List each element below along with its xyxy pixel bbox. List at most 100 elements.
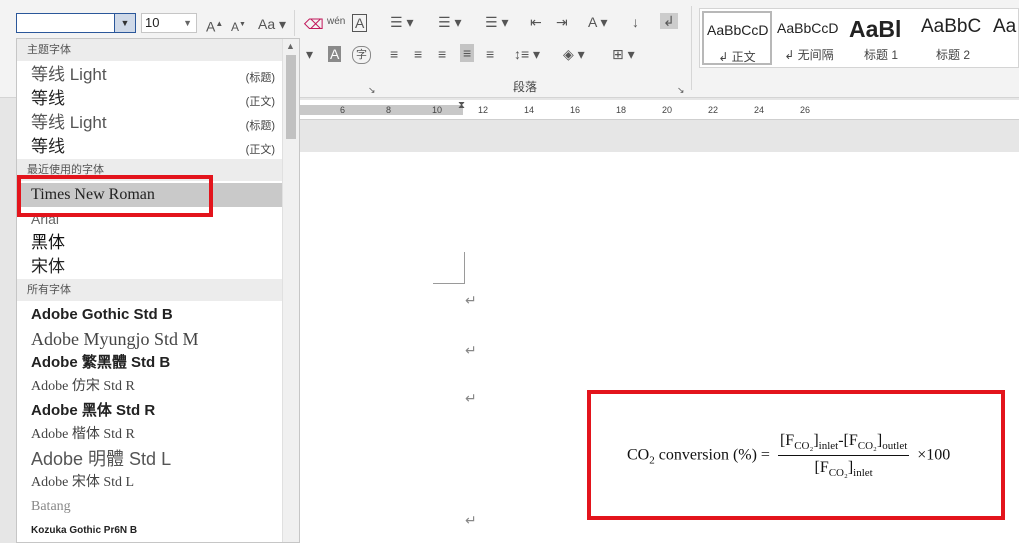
- shrink-font-icon[interactable]: A▼: [231, 17, 246, 35]
- font-name: Adobe 明體 Std L: [31, 449, 172, 469]
- grow-font-icon[interactable]: A▲: [206, 16, 223, 35]
- font-usage-tag: (标题): [245, 120, 275, 132]
- style-preview: AaBbCcD: [777, 20, 839, 36]
- dialog-launcher-icon[interactable]: ↘: [677, 82, 685, 98]
- style-preview: AaBl: [849, 16, 902, 42]
- ruler-tick-label: 6: [340, 105, 346, 115]
- style-preview: AaBbC: [921, 16, 982, 37]
- font-list-item[interactable]: Kozuka Gothic Pr6N B: [31, 519, 283, 542]
- equation-numerator: [FCO₂]inlet-[FCO₂]outlet: [777, 432, 910, 457]
- style-label: ↲ 无间隔: [784, 48, 834, 62]
- numbering-icon[interactable]: ☰ ▾: [438, 14, 461, 30]
- font-list-item[interactable]: Adobe Gothic Std B: [31, 303, 283, 327]
- ruler-tick-label: 14: [524, 105, 535, 115]
- style-label: 标题 2: [935, 48, 970, 62]
- show-marks-icon[interactable]: ↲: [660, 13, 678, 29]
- font-dropdown-list[interactable]: 主题字体 等线 Light (标题) 等线 (正文) 等线 Light (标题) 等线 (正文)…: [16, 38, 300, 543]
- font-list-item[interactable]: Batang: [31, 495, 283, 519]
- ruler-tick-label: 10: [432, 105, 443, 115]
- shading-icon[interactable]: ◈ ▾: [563, 46, 585, 62]
- font-usage-tag: (正文): [245, 96, 275, 108]
- font-list-item[interactable]: Adobe Myungjo Std M: [31, 327, 283, 351]
- font-list-item[interactable]: Adobe 黑体 Std R: [31, 399, 283, 423]
- chevron-down-icon[interactable]: ▼: [183, 14, 192, 32]
- font-size-value: 10: [145, 15, 160, 30]
- align-center-icon[interactable]: ≡: [414, 46, 422, 62]
- ruler-tick-label: 22: [708, 105, 719, 115]
- character-shading-icon[interactable]: A: [328, 46, 342, 62]
- scrollbar[interactable]: ▲: [282, 39, 299, 542]
- style-tile[interactable]: AaBbCcD ↲ 正文: [702, 11, 772, 65]
- font-name: Kozuka Gothic Pr6N B: [31, 525, 138, 536]
- style-preview: Aa: [993, 16, 1017, 37]
- font-list-item[interactable]: Adobe 繁黑體 Std B: [31, 351, 283, 375]
- font-list-item[interactable]: 黑体: [31, 231, 283, 255]
- co2-conversion-equation[interactable]: CO2 conversion (%) = [FCO₂]inlet-[FCO₂]o…: [627, 432, 950, 479]
- borders-icon[interactable]: ⊞ ▾: [612, 46, 635, 62]
- font-size-input[interactable]: 10 ▼: [141, 13, 197, 33]
- align-right-icon[interactable]: ≡: [438, 46, 446, 62]
- font-name: 黑体: [31, 233, 65, 253]
- font-name: Adobe 楷体 Std R: [31, 427, 135, 442]
- font-name: 等线: [31, 89, 65, 108]
- style-label: 标题 1: [863, 48, 898, 62]
- font-highlight-box: [17, 175, 213, 217]
- font-name: 宋体: [31, 257, 65, 277]
- style-tile[interactable]: AaBl 标题 1: [846, 11, 916, 65]
- font-list-item[interactable]: 等线 (正文): [31, 87, 283, 111]
- paragraph-group-label: 段落: [513, 80, 538, 94]
- font-section-header: 主题字体: [17, 39, 283, 61]
- font-name-input[interactable]: ▼: [16, 13, 136, 33]
- font-list-item[interactable]: 等线 (正文): [31, 135, 283, 159]
- style-label: ↲ 正文: [718, 50, 756, 64]
- justify-icon[interactable]: ≡: [460, 44, 475, 62]
- font-usage-tag: (标题): [245, 72, 275, 84]
- equation-denominator: [FCO₂]inlet: [814, 459, 873, 480]
- enclose-characters-icon[interactable]: 字: [352, 46, 371, 64]
- scroll-up-icon[interactable]: ▲: [286, 41, 295, 51]
- decrease-indent-icon[interactable]: ⇤: [530, 14, 542, 30]
- paragraph-mark: ↵: [465, 390, 477, 406]
- chevron-down-icon[interactable]: ▼: [114, 14, 135, 32]
- font-name: Adobe 宋体 Std L: [31, 475, 135, 490]
- ruler-tick-label: 18: [616, 105, 627, 115]
- clear-formatting-icon[interactable]: ⌫: [304, 16, 324, 32]
- font-name: Adobe Myungjo Std M: [31, 329, 199, 349]
- style-tile[interactable]: Aa 标: [990, 11, 1019, 65]
- font-list-item[interactable]: 等线 Light (标题): [31, 111, 283, 135]
- dialog-launcher-icon[interactable]: ↘: [368, 82, 376, 98]
- bullets-icon[interactable]: ☰ ▾: [390, 14, 413, 30]
- style-tile[interactable]: AaBbC 标题 2: [918, 11, 988, 65]
- ruler-tick-label: 24: [754, 105, 765, 115]
- style-tile[interactable]: AaBbCcD ↲ 无间隔: [774, 11, 844, 65]
- font-name: Adobe 黑体 Std R: [31, 402, 156, 419]
- font-list-item[interactable]: Adobe 楷体 Std R: [31, 423, 283, 447]
- paragraph-mark: ↵: [465, 342, 477, 358]
- change-case-icon[interactable]: Aa ▾: [258, 16, 286, 32]
- increase-indent-icon[interactable]: ⇥: [556, 14, 568, 30]
- scrollbar-thumb[interactable]: [286, 55, 296, 139]
- margin-corner-mark: [433, 252, 465, 284]
- distributed-icon[interactable]: ≡: [486, 46, 494, 62]
- paragraph-mark: ↵: [465, 512, 477, 528]
- font-list-item[interactable]: 宋体: [31, 255, 283, 279]
- multilevel-list-icon[interactable]: ☰ ▾: [485, 14, 508, 30]
- horizontal-ruler[interactable]: ⧗ 6 8 10 12 14 16 18 20 22 24 26: [300, 100, 1019, 120]
- font-list-item[interactable]: Adobe 宋体 Std L: [31, 471, 283, 495]
- line-spacing-icon[interactable]: ↕≡ ▾: [514, 46, 540, 62]
- align-left-icon[interactable]: ≡: [390, 46, 398, 62]
- font-list-item[interactable]: Adobe 明體 Std L: [31, 447, 283, 471]
- font-list-item[interactable]: 等线 Light (标题): [31, 63, 283, 87]
- style-preview: AaBbCcD: [707, 22, 769, 38]
- phonetic-guide-icon[interactable]: wén: [327, 14, 345, 30]
- font-list-item[interactable]: Adobe 仿宋 Std R: [31, 375, 283, 399]
- chinese-layout-icon[interactable]: A ▾: [588, 14, 607, 30]
- character-border-icon[interactable]: A: [352, 14, 368, 32]
- ruler-tick-label: 20: [662, 105, 673, 115]
- font-name: Batang: [31, 499, 71, 514]
- chevron-down-icon[interactable]: ▾: [306, 46, 313, 62]
- style-label: 标: [990, 46, 1019, 63]
- font-section-header: 所有字体: [17, 279, 283, 301]
- indent-marker-icon[interactable]: ⧗: [458, 98, 465, 114]
- sort-icon[interactable]: ↓: [632, 14, 639, 30]
